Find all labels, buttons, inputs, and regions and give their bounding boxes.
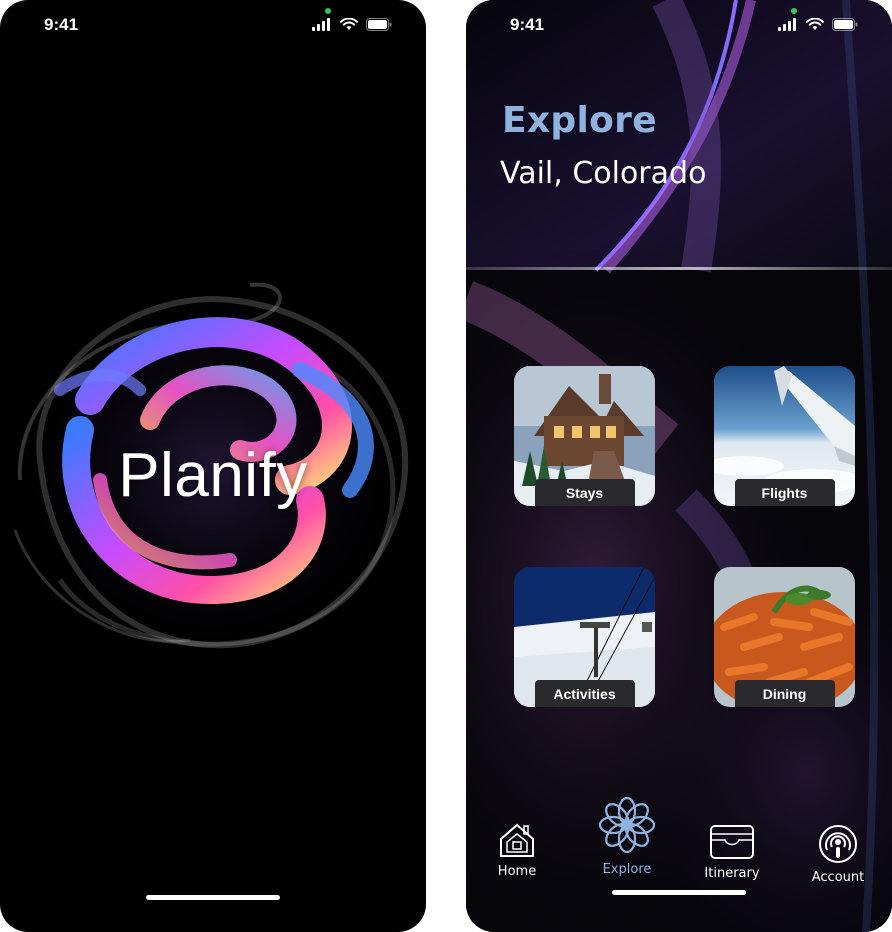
wifi-icon (340, 18, 358, 30)
category-label: Flights (734, 479, 835, 506)
category-label: Stays (534, 479, 635, 506)
app-title: Planify (118, 441, 308, 510)
battery-icon (366, 18, 392, 31)
battery-icon (832, 18, 858, 31)
podcast-person-icon (819, 825, 857, 863)
flower-icon (598, 796, 656, 854)
tab-label: Explore (602, 862, 652, 877)
status-icons (312, 18, 392, 31)
home-indicator[interactable] (612, 890, 746, 895)
tab-label: Account (811, 870, 865, 885)
tab-explore[interactable]: Explore (594, 794, 660, 877)
tab-label: Itinerary (704, 866, 760, 881)
category-card-flights[interactable]: Flights (714, 366, 855, 506)
wifi-icon (806, 18, 824, 30)
status-bar: 9:41 (466, 0, 892, 50)
home-icon (500, 823, 534, 857)
cellular-signal-icon (778, 18, 796, 31)
cellular-signal-icon (312, 18, 330, 31)
splash-screen: 9:41 Planify (0, 0, 426, 932)
category-card-dining[interactable]: Dining (714, 567, 855, 707)
category-label: Dining (734, 680, 835, 707)
divider (466, 267, 892, 270)
status-time: 9:41 (44, 15, 79, 34)
explore-screen: 9:41 Explore Vail, Colorado Stays Flight… (466, 0, 892, 932)
tab-home[interactable]: Home (496, 822, 538, 879)
status-icons (778, 18, 858, 31)
tab-itinerary[interactable]: Itinerary (704, 824, 760, 881)
tab-label: Home (497, 864, 537, 879)
tab-bar: Home Explore Itinerary Account (466, 780, 892, 900)
location-title: Vail, Colorado (500, 156, 707, 191)
tab-account[interactable]: Account (810, 824, 866, 885)
home-indicator[interactable] (146, 895, 280, 900)
category-card-activities[interactable]: Activities (514, 567, 655, 707)
status-time: 9:41 (510, 15, 545, 34)
status-bar: 9:41 (0, 0, 426, 50)
category-card-stays[interactable]: Stays (514, 366, 655, 506)
recording-indicator-icon (325, 8, 331, 14)
category-label: Activities (534, 680, 635, 707)
page-title: Explore (502, 100, 657, 141)
wallet-icon (710, 825, 754, 859)
recording-indicator-icon (791, 8, 797, 14)
